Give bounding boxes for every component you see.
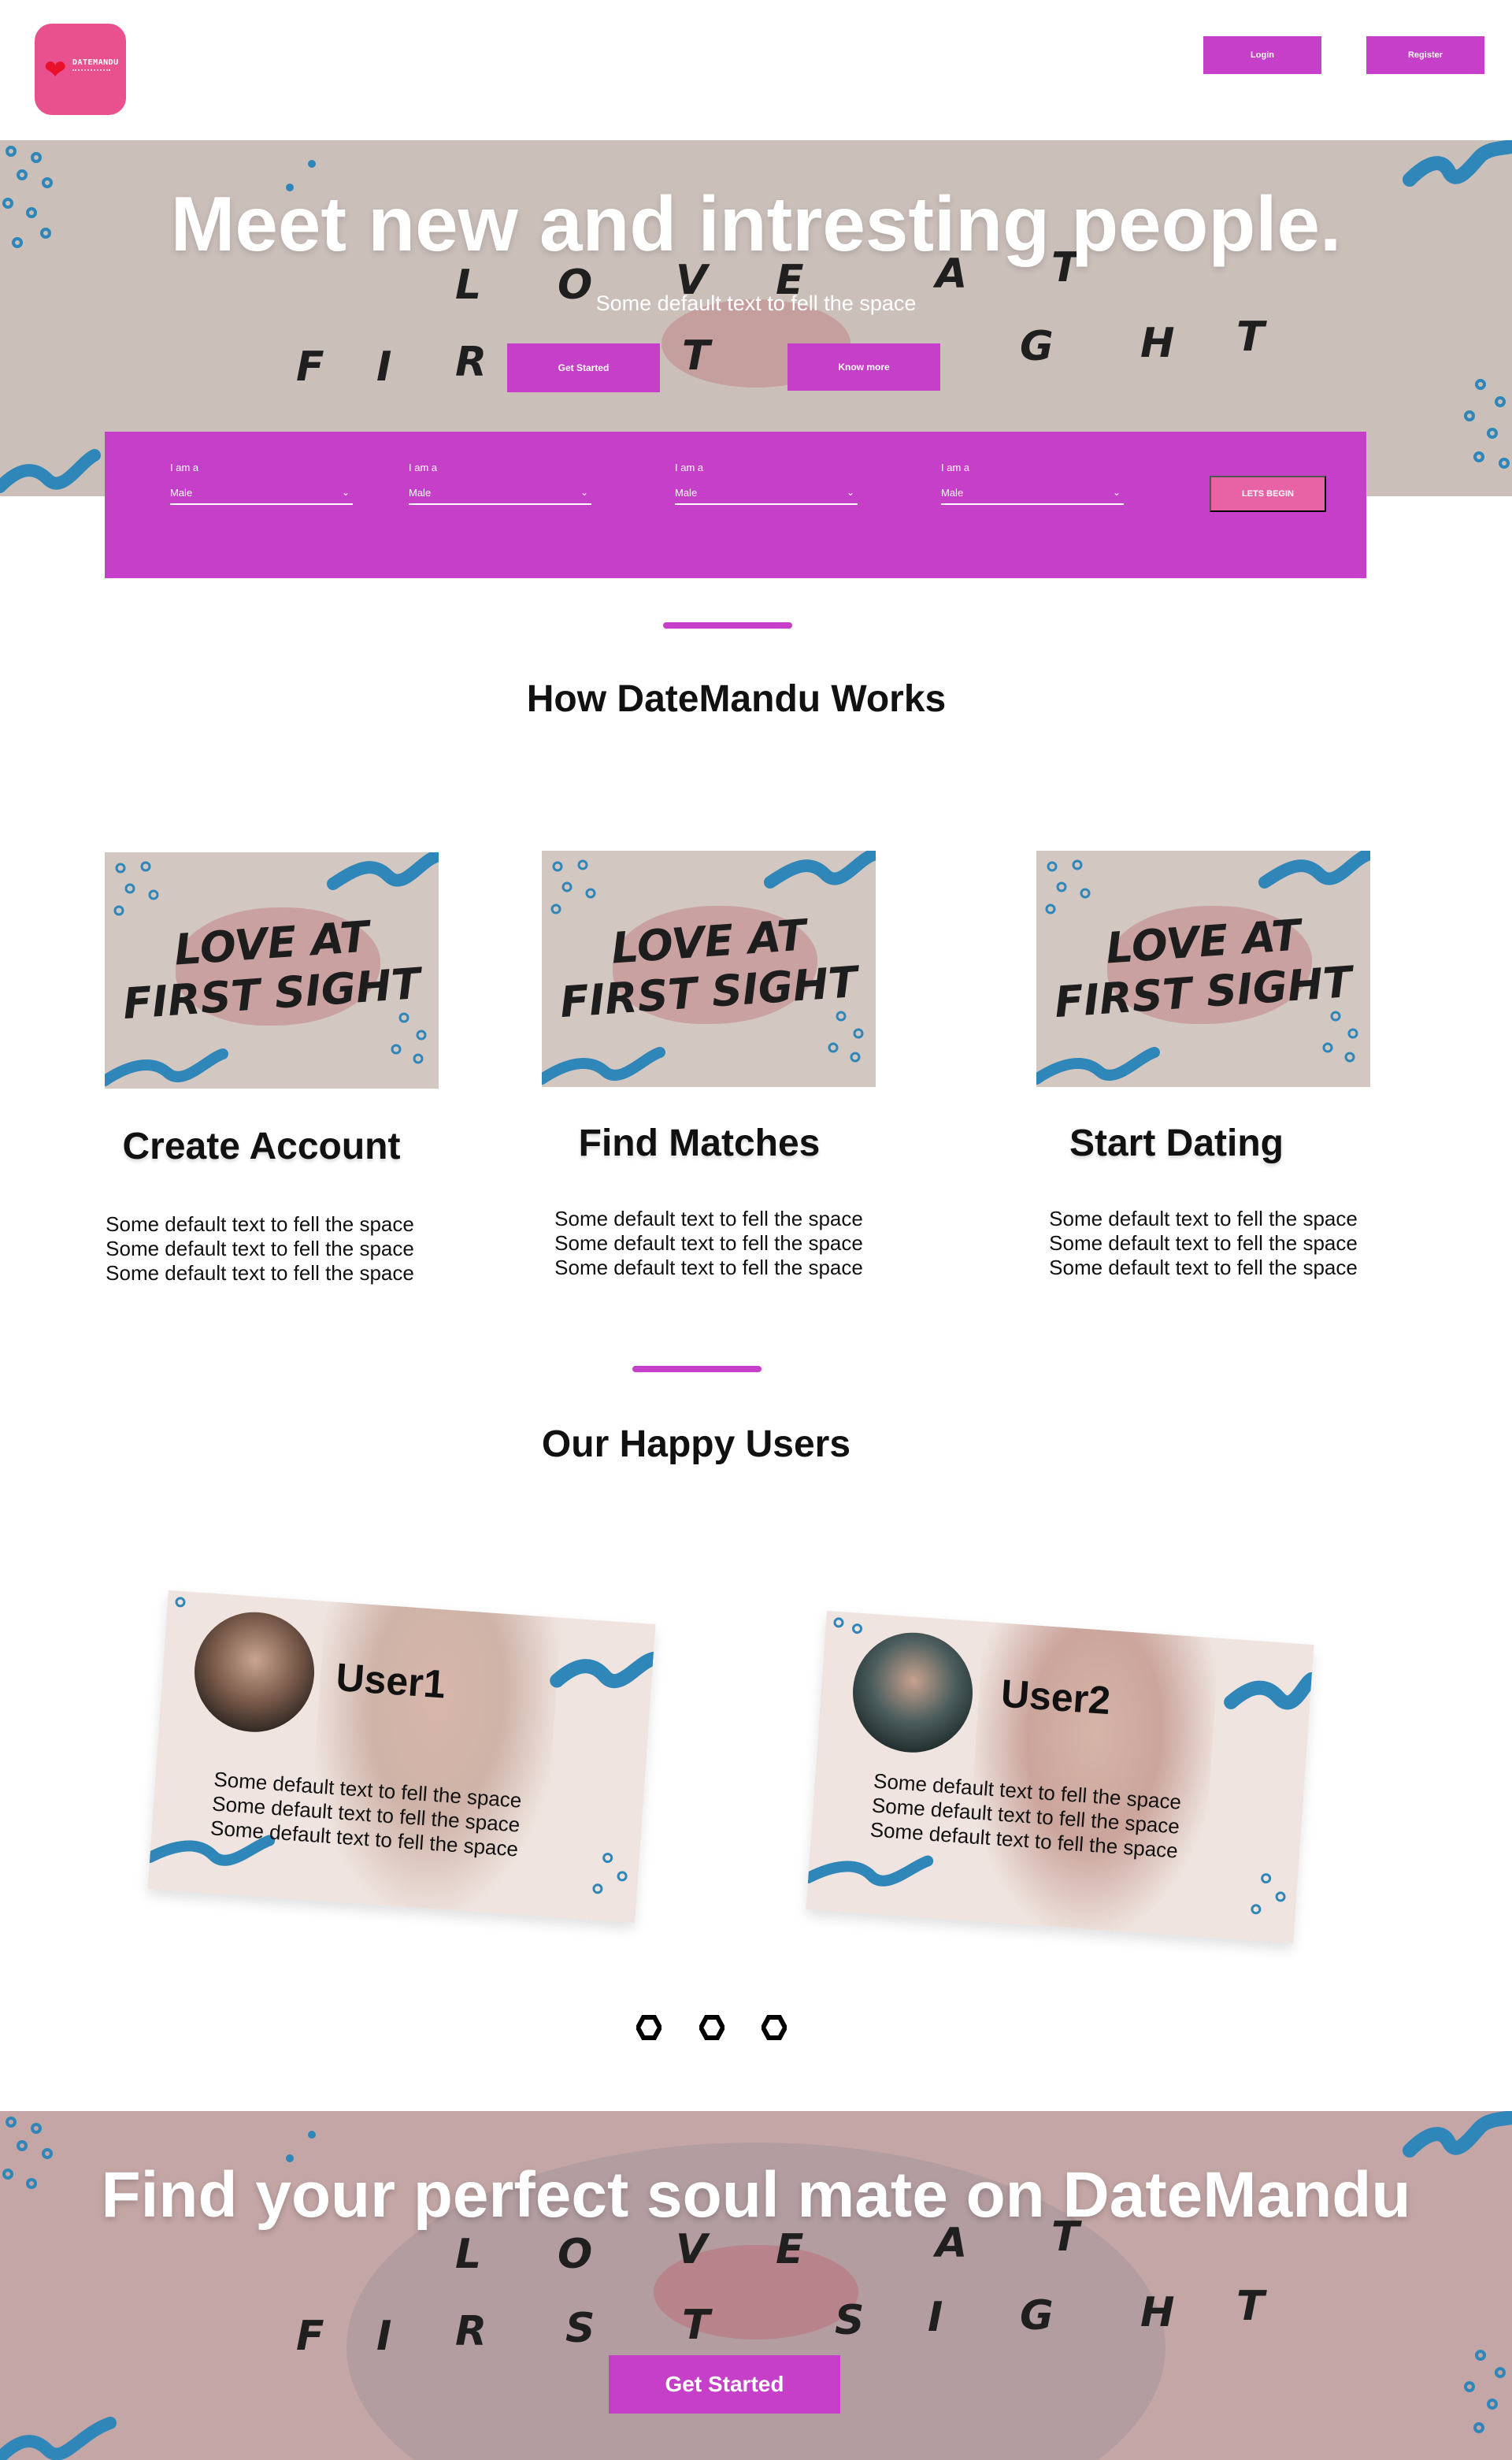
chevron-down-icon: ⌄ (846, 487, 854, 498)
step-description-2: Some default text to fell the space Some… (520, 1207, 898, 1280)
logo[interactable]: ❤ DATEMANDU (35, 24, 126, 115)
chevron-down-icon: ⌄ (341, 487, 350, 498)
step-title-create-account: Create Account (122, 1126, 401, 1167)
gender-label-1: I am a (170, 462, 199, 473)
gender-select-4[interactable]: Male ⌄ (941, 487, 1124, 505)
step-description-1: Some default text to fell the space Some… (71, 1212, 449, 1286)
know-more-button[interactable]: Know more (788, 343, 940, 391)
lets-begin-button[interactable]: LETS BEGIN (1210, 476, 1326, 512)
happy-users-title: Our Happy Users (541, 1423, 851, 1465)
user-card-1[interactable]: User1 Some default text to fell the spac… (147, 1590, 656, 1924)
carousel-dot-3[interactable] (762, 2015, 787, 2040)
gender-select-4-value: Male (941, 487, 964, 499)
step-description-line: Some default text to fell the space (106, 1212, 414, 1236)
hero-title: Meet new and intresting people. (170, 180, 1342, 267)
heart-icon: ❤ (44, 54, 67, 86)
user-card-2[interactable]: User2 Some default text to fell the spac… (806, 1610, 1314, 1944)
chevron-down-icon: ⌄ (580, 487, 588, 498)
carousel-dot-2[interactable] (699, 2015, 724, 2040)
step-description-3: Some default text to fell the space Some… (1014, 1207, 1392, 1280)
footer-title: Find your perfect soul mate on DateMandu (101, 2159, 1411, 2231)
step-image-3: LOVE AT FIRST SIGHT (1036, 851, 1370, 1087)
search-panel (105, 432, 1366, 578)
logo-tagline-decoration (72, 69, 110, 74)
carousel-dot-1[interactable] (636, 2015, 662, 2040)
step-description-line: Some default text to fell the space (1049, 1231, 1358, 1255)
step-description-line: Some default text to fell the space (1049, 1207, 1358, 1230)
gender-select-1-value: Male (170, 487, 193, 499)
step-description-line: Some default text to fell the space (554, 1207, 863, 1230)
register-button[interactable]: Register (1366, 36, 1484, 74)
gender-label-4: I am a (941, 462, 970, 473)
section-divider (632, 1366, 762, 1372)
gender-label-3: I am a (675, 462, 704, 473)
step-image-2: LOVE AT FIRST SIGHT (542, 851, 876, 1087)
user1-name: User1 (334, 1655, 447, 1707)
gender-select-2[interactable]: Male ⌄ (409, 487, 591, 505)
hero-subtitle: Some default text to fell the space (595, 291, 917, 315)
logo-text: DATEMANDU (72, 58, 119, 67)
gender-label-2: I am a (409, 462, 438, 473)
step-description-line: Some default text to fell the space (1049, 1256, 1358, 1279)
chevron-down-icon: ⌄ (1112, 487, 1121, 498)
hero-get-started-button[interactable]: Get Started (507, 343, 660, 392)
gender-select-3-value: Male (675, 487, 698, 499)
gender-select-3[interactable]: Male ⌄ (675, 487, 858, 505)
step-image-1: LOVE AT FIRST SIGHT (105, 852, 439, 1089)
user2-name: User2 (999, 1671, 1112, 1723)
step-description-line: Some default text to fell the space (106, 1261, 414, 1285)
step-title-start-dating: Start Dating (1069, 1122, 1284, 1164)
how-it-works-title: How DateMandu Works (526, 678, 947, 720)
footer-get-started-button[interactable]: Get Started (609, 2355, 840, 2414)
gender-select-1[interactable]: Male ⌄ (170, 487, 353, 505)
step-description-line: Some default text to fell the space (554, 1231, 863, 1255)
step-description-line: Some default text to fell the space (106, 1237, 414, 1260)
step-title-find-matches: Find Matches (578, 1122, 821, 1164)
step-description-line: Some default text to fell the space (554, 1256, 863, 1279)
gender-select-2-value: Male (409, 487, 432, 499)
section-divider (663, 622, 792, 629)
login-button[interactable]: Login (1203, 36, 1321, 74)
